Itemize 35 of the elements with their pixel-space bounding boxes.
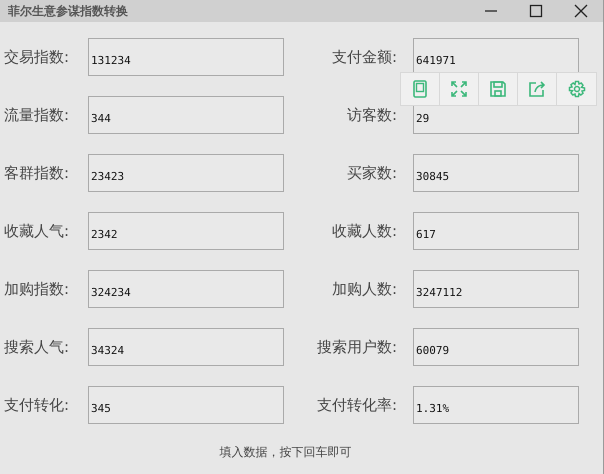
input-field[interactable]: 60079 [413, 328, 579, 366]
expand-icon [450, 80, 468, 98]
input-field[interactable]: 2342 [88, 212, 284, 250]
field-label: 流量指数: [4, 106, 70, 124]
field-label: 交易指数: [4, 48, 70, 66]
input-field[interactable]: 345 [88, 386, 284, 424]
field-label: 加购指数: [4, 280, 70, 298]
tablet-icon [411, 80, 429, 98]
maximize-icon [528, 4, 542, 18]
field-label: 收藏人气: [4, 222, 70, 240]
window-title: 菲尔生意参谋指数转换 [8, 2, 128, 20]
field-label: 搜索用户数: [316, 338, 397, 356]
field-label: 买家数: [346, 164, 397, 182]
field-label: 支付转化: [4, 396, 70, 414]
save-icon [489, 80, 507, 98]
field-label: 支付金额: [332, 48, 397, 66]
share-icon [528, 80, 546, 98]
field-label: 访客数: [346, 106, 397, 124]
field-label: 支付转化率: [316, 396, 397, 414]
settings-icon [568, 80, 586, 98]
input-field[interactable]: 34324 [88, 328, 284, 366]
input-field[interactable]: 131234 [88, 38, 284, 76]
input-field[interactable]: 23423 [88, 154, 284, 192]
input-field[interactable]: 617 [413, 212, 579, 250]
input-field[interactable]: 324234 [88, 270, 284, 308]
field-label: 搜索人气: [4, 338, 70, 356]
field-label: 收藏人数: [332, 222, 397, 240]
field-label: 加购人数: [332, 280, 397, 298]
field-label: 客群指数: [4, 164, 70, 182]
input-field[interactable]: 344 [88, 96, 284, 134]
close-icon [574, 4, 588, 18]
input-field[interactable]: 1.31% [413, 386, 579, 424]
hint-text: 填入数据，按下回车即可 [218, 444, 352, 461]
input-field[interactable]: 30845 [413, 154, 579, 192]
input-field[interactable]: 3247112 [413, 270, 579, 308]
